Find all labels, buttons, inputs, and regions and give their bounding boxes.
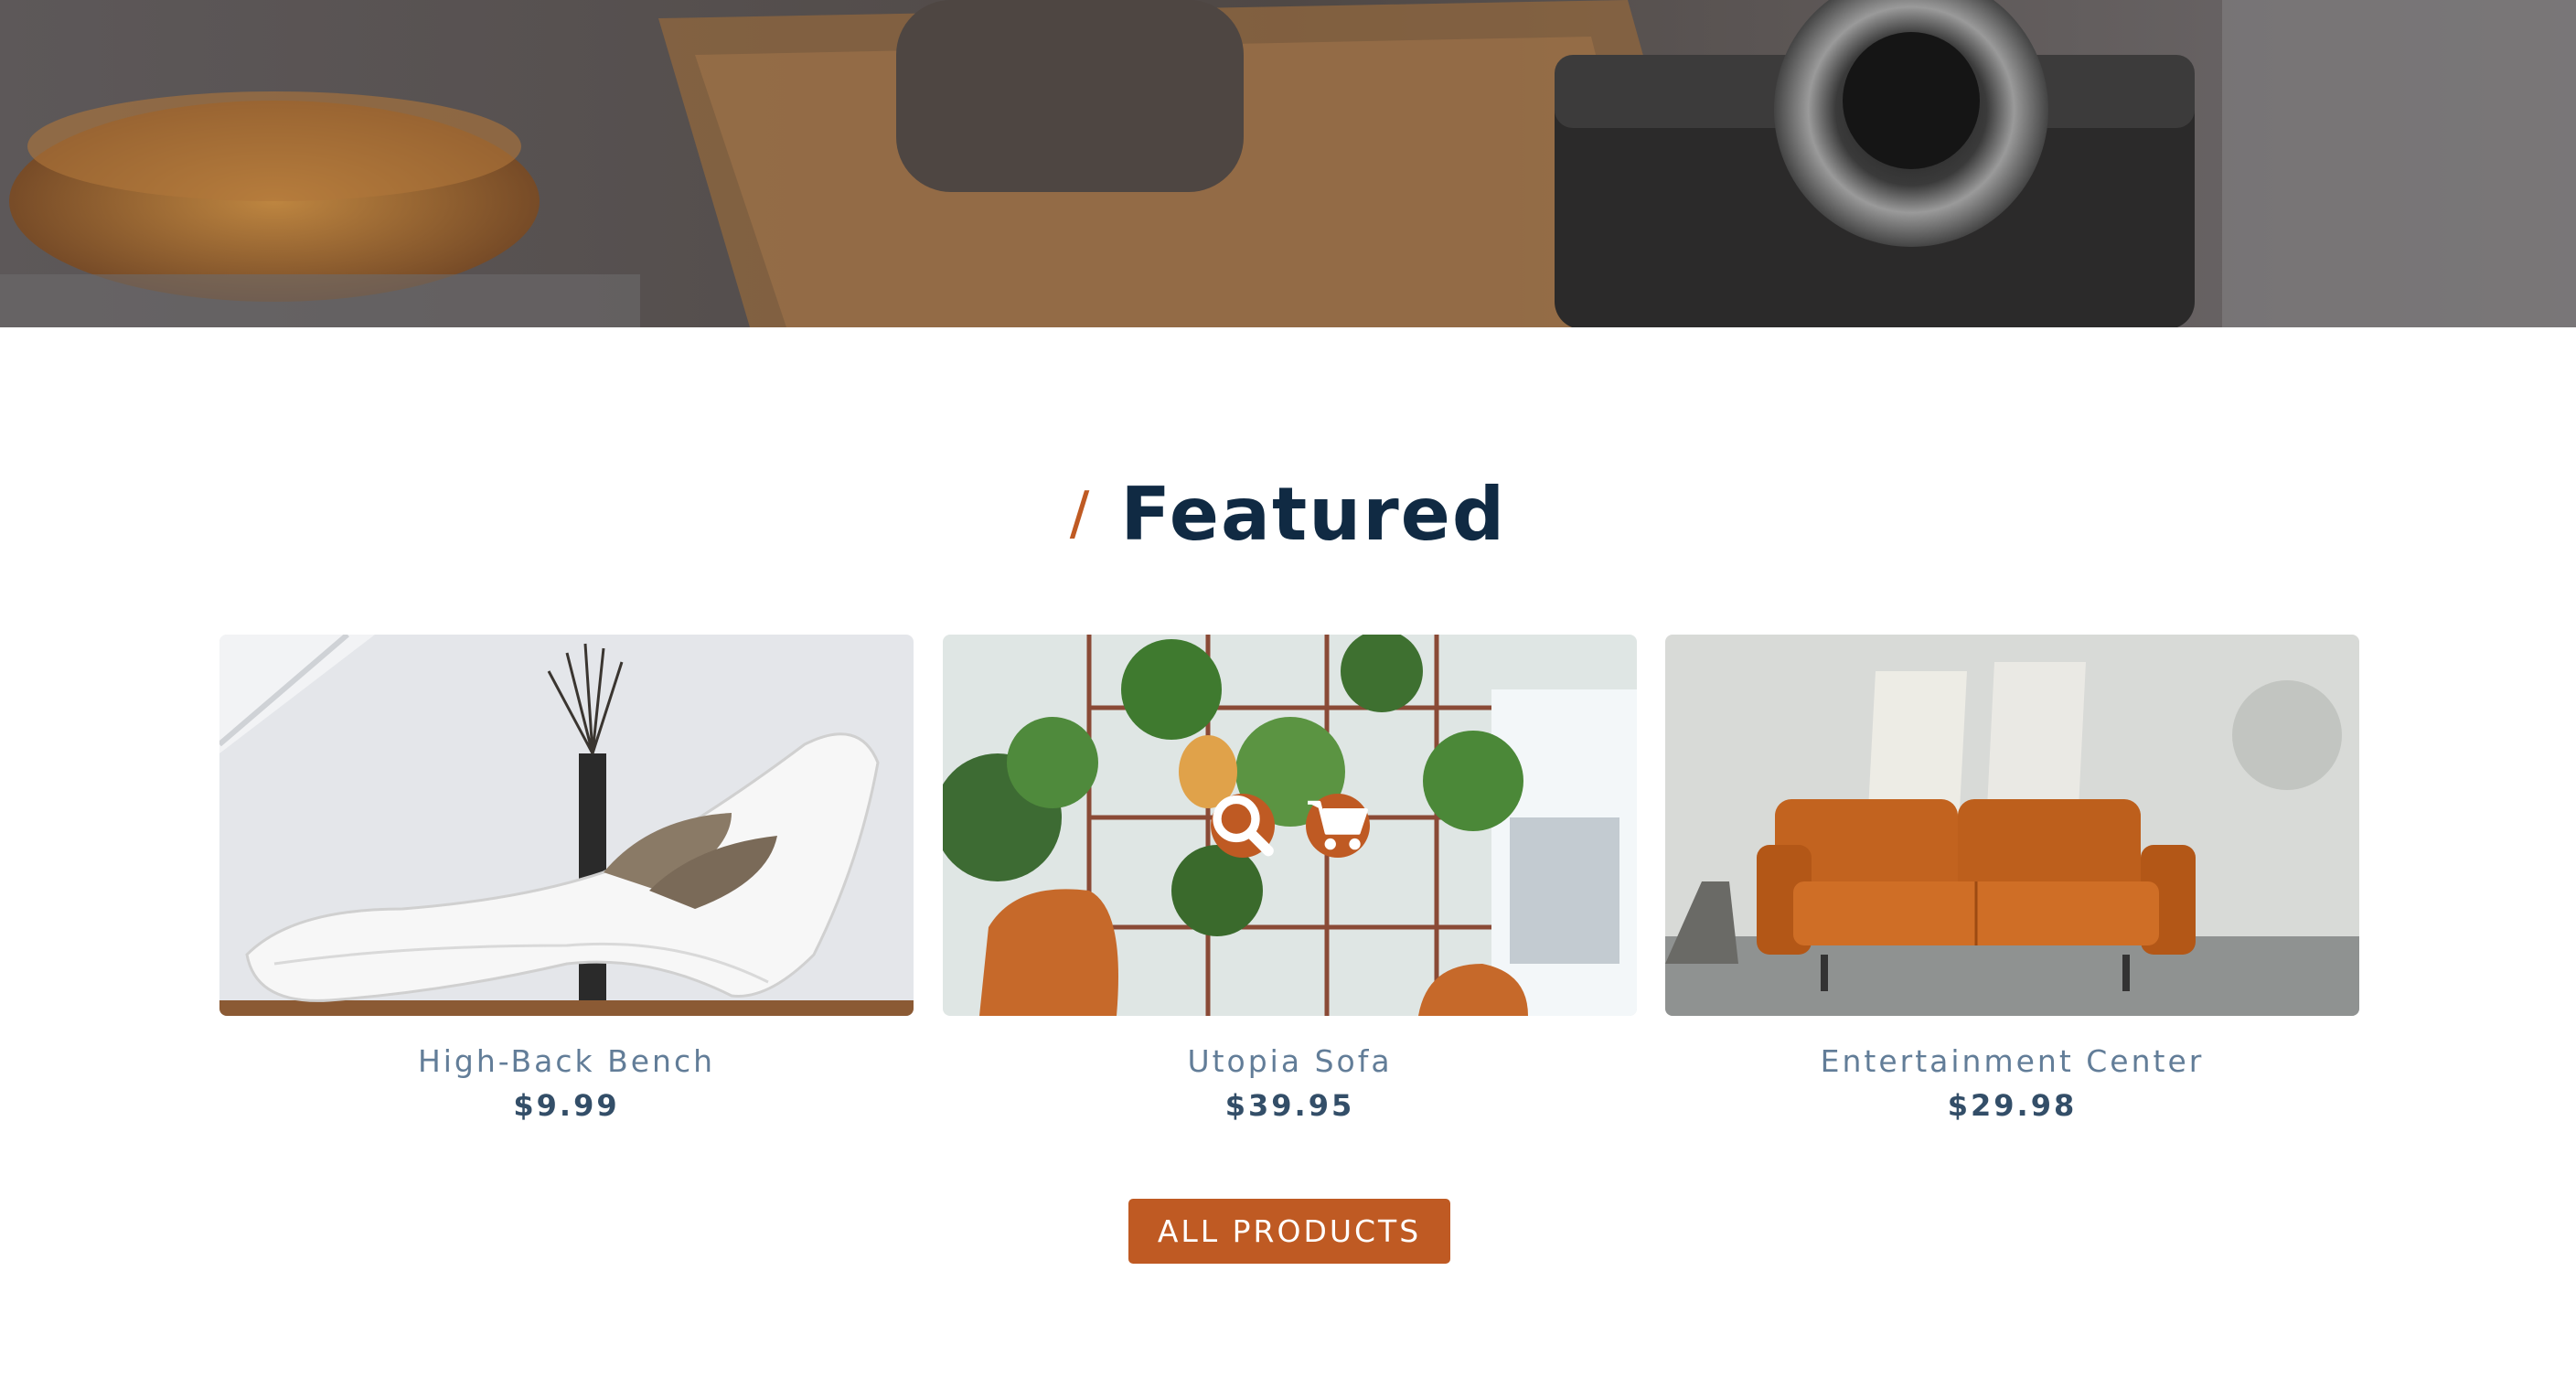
product-actions <box>943 635 1637 1016</box>
product-image[interactable] <box>943 635 1637 1016</box>
white-chaise-lounge-image <box>219 635 914 1016</box>
product-name[interactable]: High-Back Bench <box>219 1043 914 1079</box>
all-products-button[interactable]: ALL PRODUCTS <box>1128 1199 1450 1264</box>
title-slash: / <box>1069 480 1090 548</box>
product-name[interactable]: Entertainment Center <box>1665 1043 2359 1079</box>
orange-leather-sofa-image <box>1665 635 2359 1016</box>
shopping-cart-icon <box>1307 800 1368 850</box>
hero-image <box>0 0 2576 327</box>
product-price: $29.98 <box>1947 1088 2078 1123</box>
product-name[interactable]: Utopia Sofa <box>943 1043 1637 1079</box>
product-price: $39.95 <box>1224 1088 1355 1123</box>
search-icon <box>1212 795 1274 857</box>
product-image[interactable] <box>1665 635 2359 1016</box>
page-title: Featured <box>1120 471 1507 557</box>
hero-banner <box>0 0 2576 327</box>
product-card-entertainment-center[interactable]: Entertainment Center $29.98 <box>1665 635 2359 1123</box>
product-image[interactable] <box>219 635 914 1016</box>
search-button[interactable] <box>1210 793 1275 858</box>
product-card-utopia-sofa[interactable]: Utopia Sofa $39.95 <box>943 635 1637 1123</box>
section-heading: / Featured <box>0 468 2576 560</box>
product-card-high-back-bench[interactable]: High-Back Bench $9.99 <box>219 635 914 1123</box>
add-to-cart-button[interactable] <box>1305 793 1370 858</box>
product-price: $9.99 <box>513 1088 620 1123</box>
